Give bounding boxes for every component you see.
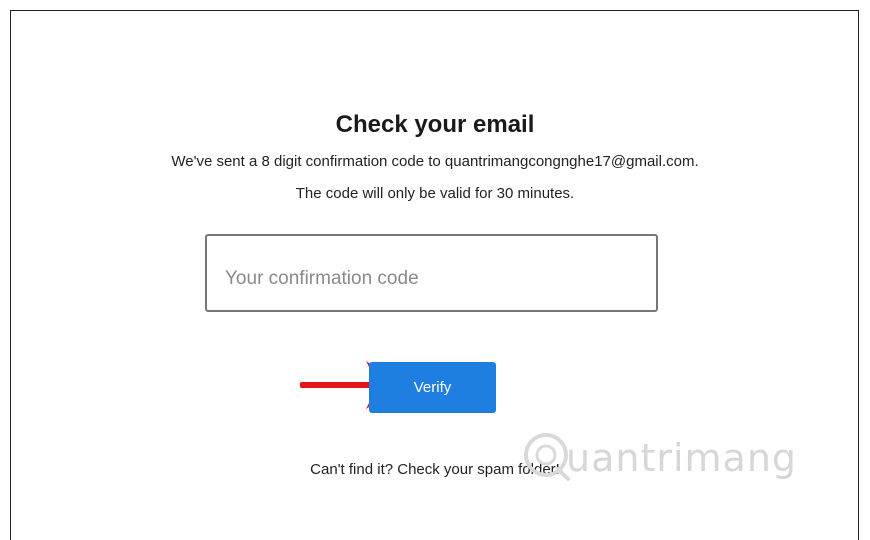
confirmation-sent-message: We've sent a 8 digit confirmation code t…	[171, 153, 699, 170]
watermark-text: uantrimang	[566, 436, 798, 480]
confirmation-code-input[interactable]	[205, 234, 658, 312]
code-validity-message: The code will only be valid for 30 minut…	[295, 185, 575, 202]
page-title: Check your email	[335, 111, 535, 138]
verify-button[interactable]: Verify	[369, 362, 496, 413]
